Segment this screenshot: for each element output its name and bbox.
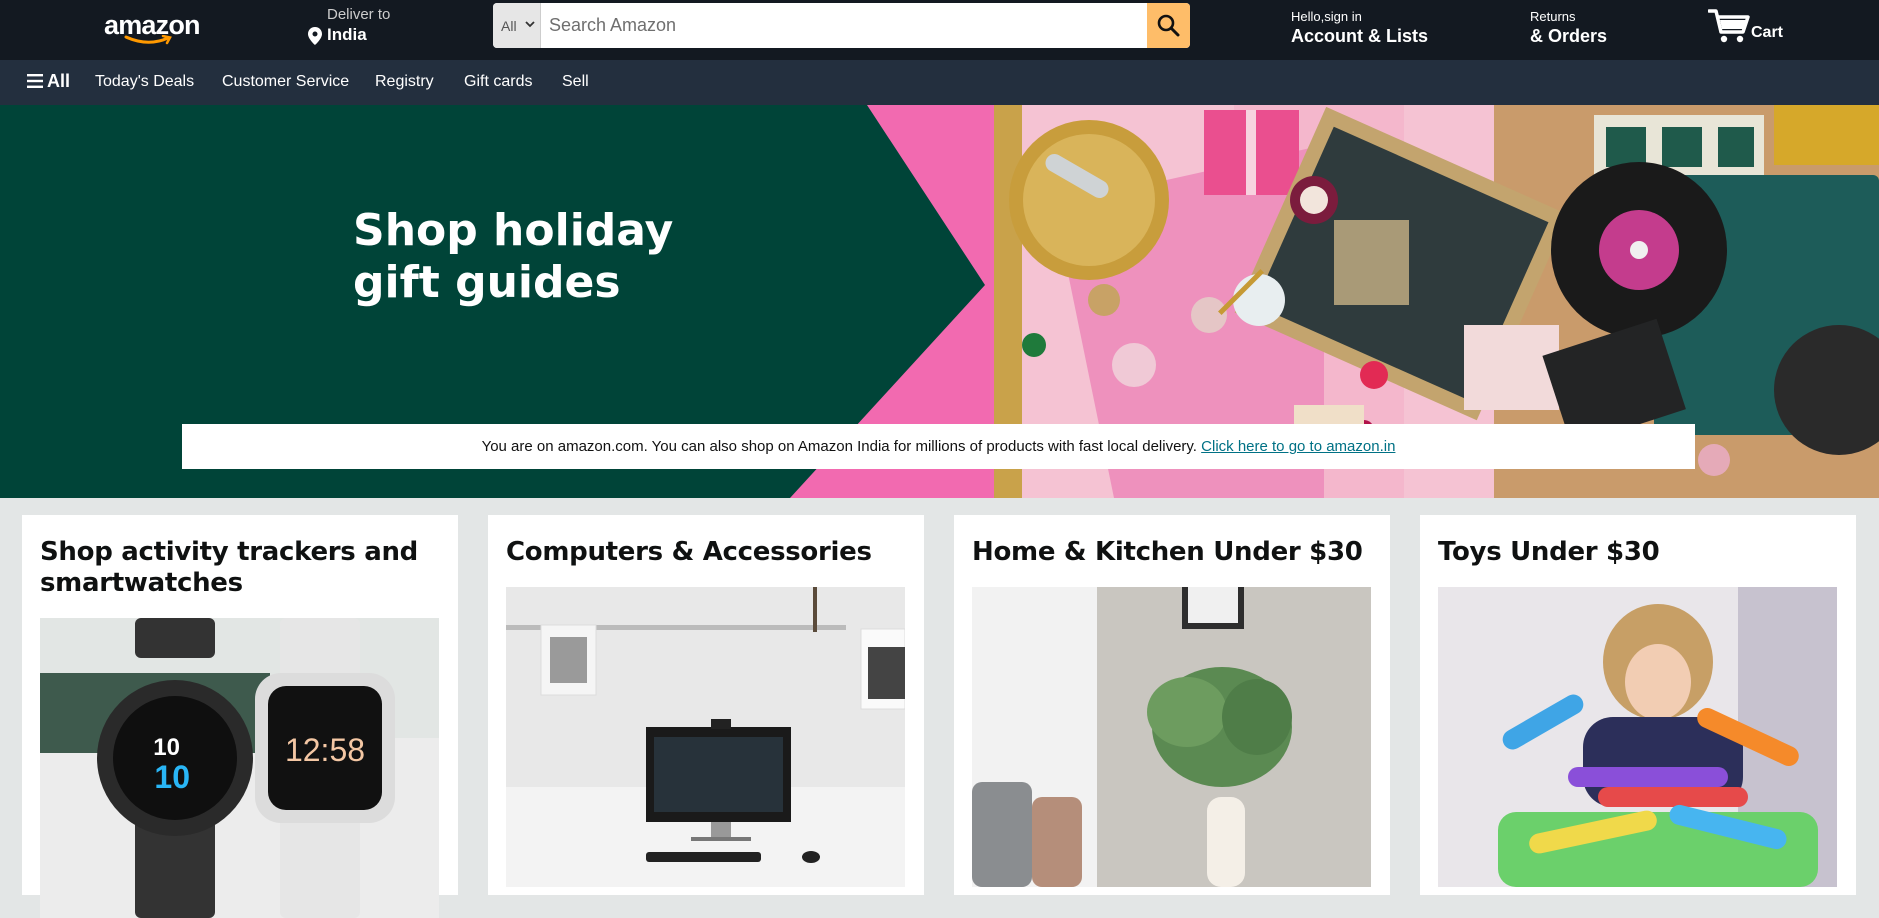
returns-orders[interactable]: Returns & Orders: [1530, 9, 1607, 47]
deliver-to-label: Deliver to: [327, 6, 391, 23]
all-menu-label: All: [47, 71, 71, 91]
search-icon: [1157, 14, 1180, 37]
nav-sell[interactable]: Sell: [562, 73, 589, 91]
go-to-amazon-in-link[interactable]: Click here to go to amazon.in: [1201, 438, 1395, 455]
nav-registry[interactable]: Registry: [375, 73, 434, 91]
top-header: amazon Deliver to India All Hello,sign i: [0, 0, 1879, 60]
hero-headline: Shop holiday gift guides: [353, 205, 673, 309]
search-category-label: All: [501, 18, 517, 34]
search-input[interactable]: [541, 3, 1141, 48]
returns-label: Returns: [1530, 9, 1576, 24]
card-computers-accessories: Computers & Accessories: [488, 515, 924, 895]
hero-headline-line2: gift guides: [353, 257, 621, 308]
hero-headline-line1: Shop holiday: [353, 205, 674, 256]
watch2-time: 12:58: [285, 732, 365, 768]
computer-desk-image[interactable]: [506, 587, 905, 887]
card-home-kitchen: Home & Kitchen Under $30: [954, 515, 1390, 895]
account-lists[interactable]: Hello,sign in Account & Lists: [1291, 9, 1428, 47]
home-decor-image[interactable]: [972, 587, 1371, 887]
cart-button[interactable]: Cart: [1708, 6, 1788, 46]
locale-notice-text: You are on amazon.com. You can also shop…: [481, 438, 1197, 455]
chevron-down-icon: [525, 21, 535, 28]
amazon-logo[interactable]: amazon: [104, 10, 201, 48]
nav-gift-cards[interactable]: Gift cards: [464, 73, 532, 91]
watch1-time: 10: [153, 734, 180, 761]
hamburger-menu-icon: [27, 74, 43, 88]
card-toys: Toys Under $30: [1420, 515, 1856, 895]
toys-image[interactable]: [1438, 587, 1837, 887]
card-title[interactable]: Home & Kitchen Under $30: [972, 537, 1372, 568]
nav-customer-service[interactable]: Customer Service: [222, 73, 349, 91]
search-bar: All: [493, 3, 1190, 48]
search-category-dropdown[interactable]: All: [493, 3, 541, 48]
card-title[interactable]: Shop activity trackers and smartwatches: [40, 537, 440, 599]
hero-banner[interactable]: Shop holiday gift guides You are on amaz…: [0, 105, 1879, 498]
account-lists-label: Account & Lists: [1291, 26, 1429, 46]
card-title[interactable]: Toys Under $30: [1438, 537, 1838, 568]
sub-navigation: All Today's Deals Customer Service Regis…: [0, 60, 1879, 105]
logo-smile-icon: [124, 35, 172, 45]
deliver-to-location: India: [327, 25, 367, 44]
cart-icon: [1708, 9, 1750, 43]
cart-label: Cart: [1751, 24, 1784, 41]
smartwatches-image[interactable]: 10 10 12:58: [40, 618, 439, 918]
account-greeting: Hello,sign in: [1291, 9, 1362, 24]
card-title[interactable]: Computers & Accessories: [506, 537, 906, 568]
nav-todays-deals[interactable]: Today's Deals: [95, 73, 194, 91]
watch1-sub: 10: [154, 759, 190, 795]
search-button[interactable]: [1147, 3, 1190, 48]
location-pin-icon: [308, 27, 322, 45]
card-activity-trackers: Shop activity trackers and smartwatches …: [22, 515, 458, 918]
locale-notice: You are on amazon.com. You can also shop…: [182, 424, 1695, 469]
orders-label: & Orders: [1530, 26, 1608, 46]
